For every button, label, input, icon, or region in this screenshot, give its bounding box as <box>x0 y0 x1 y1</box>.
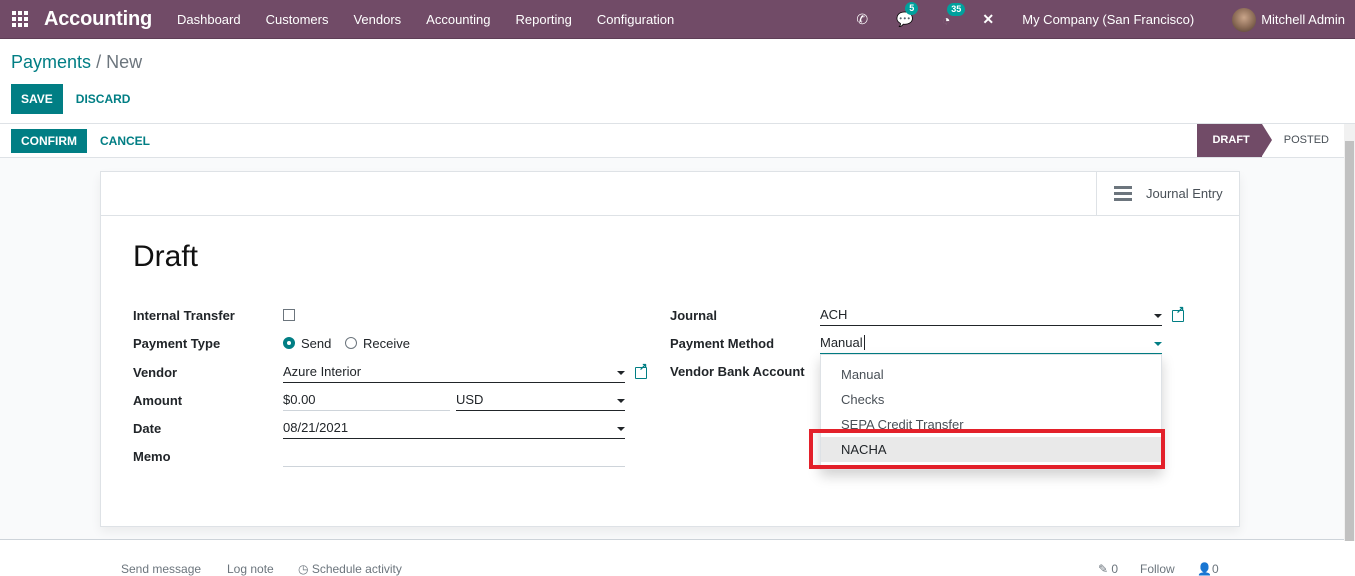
stage-pipeline: DRAFT POSTED <box>1197 124 1344 157</box>
vendor-dropdown-icon[interactable] <box>617 371 625 375</box>
user-menu[interactable]: Mitchell Admin <box>1261 12 1345 27</box>
messages-icon[interactable]: 💬 5 <box>896 2 919 28</box>
internal-transfer-checkbox[interactable] <box>283 309 295 321</box>
journal-value: ACH <box>820 307 848 322</box>
paperclip-icon: ✎ <box>1098 562 1112 576</box>
memo-label: Memo <box>133 449 171 464</box>
payment-method-input[interactable]: Manual​ <box>820 334 1162 354</box>
apps-menu-icon[interactable] <box>11 10 29 28</box>
phone-icon[interactable]: ✆ <box>854 11 870 28</box>
currency-select[interactable]: USD <box>456 391 625 411</box>
payment-type-label: Payment Type <box>133 336 221 351</box>
attachments-button[interactable]: ✎ 0 <box>1098 562 1118 576</box>
debug-tools-icon[interactable]: ✕ <box>980 11 996 28</box>
discard-button[interactable]: DISCARD <box>63 84 144 114</box>
vendor-input[interactable]: Azure Interior <box>283 363 625 383</box>
control-panel: Payments / New SAVE DISCARD <box>0 39 1355 124</box>
nav-reporting[interactable]: Reporting <box>516 12 572 27</box>
top-navbar: Accounting Dashboard Customers Vendors A… <box>0 0 1355 39</box>
amount-input[interactable]: $0.00 <box>283 391 450 411</box>
vendor-bank-account-label: Vendor Bank Account <box>670 364 805 379</box>
payment-method-dropdown-icon[interactable] <box>1154 342 1162 346</box>
vendor-label: Vendor <box>133 365 178 380</box>
currency-value: USD <box>456 392 484 407</box>
attachments-count: 0 <box>1111 562 1119 576</box>
follow-button[interactable]: Follow <box>1140 562 1175 576</box>
payment-type-send-label[interactable]: Send <box>301 336 331 351</box>
breadcrumb-payments[interactable]: Payments <box>11 52 91 72</box>
user-icon: 👤 <box>1197 562 1212 576</box>
text-cursor: ​ <box>863 335 865 350</box>
journal-external-link-icon[interactable] <box>1172 305 1184 322</box>
nav-customers[interactable]: Customers <box>266 12 329 27</box>
date-label: Date <box>133 421 162 436</box>
journal-entry-button[interactable]: Journal Entry <box>1096 172 1239 215</box>
payment-method-label: Payment Method <box>670 336 775 351</box>
button-box: Journal Entry <box>101 172 1239 216</box>
amount-label: Amount <box>133 393 183 408</box>
journal-input[interactable]: ACH <box>820 306 1162 326</box>
vendor-value: Azure Interior <box>283 364 362 379</box>
internal-transfer-label: Internal Transfer <box>133 308 235 323</box>
journal-entry-label: Journal Entry <box>1146 186 1223 201</box>
vendor-external-link-icon[interactable] <box>635 362 647 379</box>
stage-draft[interactable]: DRAFT <box>1197 124 1273 157</box>
payment-type-send-radio[interactable] <box>283 337 295 349</box>
dropdown-option-checks[interactable]: Checks <box>821 387 1161 412</box>
scrollbar-thumb[interactable] <box>1345 141 1354 541</box>
send-message-button[interactable]: Send message <box>121 562 201 576</box>
schedule-activity-label: Schedule activity <box>311 562 402 576</box>
payment-type-receive-radio[interactable] <box>345 337 357 349</box>
amount-value: $0.00 <box>283 392 316 407</box>
activities-icon[interactable]: ◔ 35 <box>938 2 966 28</box>
currency-dropdown-icon[interactable] <box>617 399 625 403</box>
messages-badge: 5 <box>905 2 919 15</box>
followers-button[interactable]: 👤0 <box>1197 562 1219 576</box>
confirm-button[interactable]: CONFIRM <box>11 128 87 153</box>
log-note-button[interactable]: Log note <box>227 562 274 576</box>
schedule-activity-button[interactable]: ◷ Schedule activity <box>298 562 402 576</box>
chatter-bar: Send message Log note ◷ Schedule activit… <box>0 557 1355 576</box>
breadcrumb-separator: / <box>96 52 102 72</box>
breadcrumb: Payments / New <box>11 39 1344 84</box>
followers-count: 0 <box>1211 562 1219 576</box>
avatar[interactable] <box>1232 7 1257 32</box>
breadcrumb-current: New <box>106 52 143 72</box>
annotation-highlight-box <box>809 429 1165 469</box>
cancel-button[interactable]: CANCEL <box>87 126 163 156</box>
app-name[interactable]: Accounting <box>44 8 152 31</box>
record-title: Draft <box>133 240 199 273</box>
dropdown-option-manual[interactable]: Manual <box>821 362 1161 387</box>
journal-dropdown-icon[interactable] <box>1154 314 1162 318</box>
list-icon <box>1114 183 1132 204</box>
nav-vendors[interactable]: Vendors <box>353 12 401 27</box>
nav-configuration[interactable]: Configuration <box>597 12 674 27</box>
clock-icon: ◷ <box>298 562 312 576</box>
nav-dashboard[interactable]: Dashboard <box>177 12 241 27</box>
payment-type-receive-label[interactable]: Receive <box>363 336 410 351</box>
journal-label: Journal <box>670 308 717 323</box>
status-bar: CONFIRM CANCEL DRAFT POSTED <box>0 124 1355 158</box>
activities-badge: 35 <box>947 2 966 16</box>
scrollbar[interactable] <box>1344 124 1355 541</box>
date-picker-icon[interactable] <box>617 427 625 431</box>
save-button[interactable]: SAVE <box>11 84 63 114</box>
memo-input[interactable] <box>283 447 625 467</box>
nav-accounting[interactable]: Accounting <box>426 12 490 27</box>
date-input[interactable]: 08/21/2021 <box>283 419 625 439</box>
date-value: 08/21/2021 <box>283 420 349 435</box>
company-switcher[interactable]: My Company (San Francisco) <box>1022 12 1194 27</box>
stage-posted[interactable]: POSTED <box>1262 124 1344 157</box>
payment-method-value: Manual <box>820 335 863 350</box>
